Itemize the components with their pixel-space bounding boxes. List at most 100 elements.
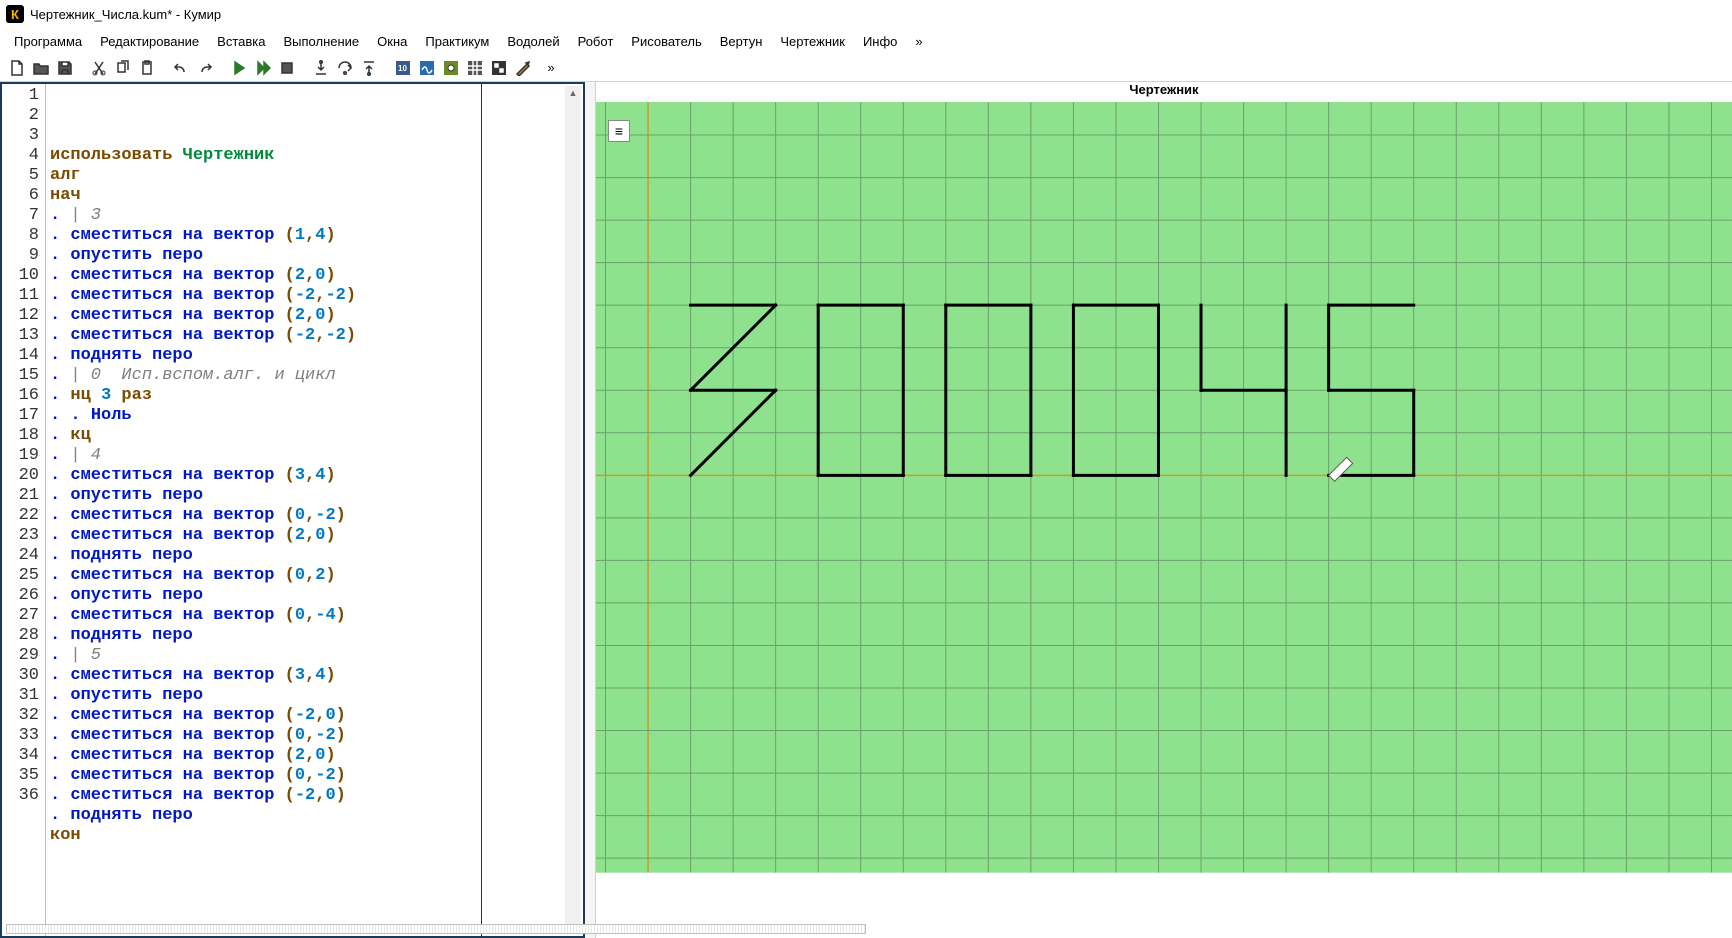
line-number: 7 xyxy=(2,206,39,226)
code-line[interactable]: . опустить перо xyxy=(50,586,579,606)
code-line[interactable]: . поднять перо xyxy=(50,346,579,366)
code-line[interactable]: алг xyxy=(50,166,579,186)
undo-button[interactable] xyxy=(170,57,192,79)
run-button[interactable] xyxy=(228,57,250,79)
code-line[interactable]: . сместиться на вектор (0,-2) xyxy=(50,506,579,526)
scroll-up-icon[interactable]: ▲ xyxy=(566,86,580,100)
code-line[interactable]: . сместиться на вектор (-2,-2) xyxy=(50,286,579,306)
actor-turtle-button[interactable] xyxy=(440,57,462,79)
line-number: 10 xyxy=(2,266,39,286)
drawing-canvas xyxy=(596,102,1732,873)
code-line[interactable]: . сместиться на вектор (0,2) xyxy=(50,566,579,586)
code-line[interactable]: нач xyxy=(50,186,579,206)
run-icon xyxy=(231,60,247,76)
stop-button[interactable] xyxy=(276,57,298,79)
code-line[interactable]: кон xyxy=(50,826,579,846)
menu-2[interactable]: Вставка xyxy=(209,31,273,52)
code-line[interactable]: . сместиться на вектор (2,0) xyxy=(50,306,579,326)
code-line[interactable]: . опустить перо xyxy=(50,246,579,266)
run-continue-button[interactable] xyxy=(252,57,274,79)
menu-3[interactable]: Выполнение xyxy=(275,31,367,52)
code-line[interactable]: . сместиться на вектор (0,-2) xyxy=(50,726,579,746)
code-line[interactable]: . . Ноль xyxy=(50,406,579,426)
code-line[interactable]: . опустить перо xyxy=(50,486,579,506)
canvas-area[interactable]: ≡ xyxy=(596,102,1732,938)
redo-button[interactable] xyxy=(194,57,216,79)
canvas-menu-button[interactable]: ≡ xyxy=(608,120,630,142)
step-over-icon xyxy=(337,60,353,76)
line-number: 25 xyxy=(2,566,39,586)
step-into-icon xyxy=(313,60,329,76)
menu-5[interactable]: Практикум xyxy=(417,31,497,52)
code-line[interactable]: . | 0 Исп.вспом.алг. и цикл xyxy=(50,366,579,386)
actor-grid-button[interactable] xyxy=(464,57,486,79)
save-file-button[interactable] xyxy=(54,57,76,79)
code-line[interactable]: . | 3 xyxy=(50,206,579,226)
app-icon: К xyxy=(6,5,24,23)
code-line[interactable]: . сместиться на вектор (-2,0) xyxy=(50,786,579,806)
menu-9[interactable]: Вертун xyxy=(712,31,771,52)
code-line[interactable]: . сместиться на вектор (3,4) xyxy=(50,666,579,686)
code-line[interactable]: . сместиться на вектор (2,0) xyxy=(50,526,579,546)
code-line[interactable]: . поднять перо xyxy=(50,626,579,646)
code-line[interactable]: . сместиться на вектор (0,-4) xyxy=(50,606,579,626)
code-line[interactable]: . сместиться на вектор (1,4) xyxy=(50,226,579,246)
menu-10[interactable]: Чертежник xyxy=(772,31,853,52)
code-line[interactable]: . кц xyxy=(50,426,579,446)
code-line[interactable]: . поднять перо xyxy=(50,806,579,826)
line-number: 27 xyxy=(2,606,39,626)
grid-10-button[interactable]: 10 xyxy=(392,57,414,79)
actor-game-button[interactable] xyxy=(488,57,510,79)
window-title: Чертежник_Числа.kum* - Кумир xyxy=(30,7,221,22)
code-line[interactable]: . | 5 xyxy=(50,646,579,666)
code-line[interactable]: . сместиться на вектор (2,0) xyxy=(50,266,579,286)
line-number: 20 xyxy=(2,466,39,486)
line-number: 22 xyxy=(2,506,39,526)
code-line[interactable]: . опустить перо xyxy=(50,686,579,706)
step-into-button[interactable] xyxy=(310,57,332,79)
copy-button[interactable] xyxy=(112,57,134,79)
code-line[interactable]: . сместиться на вектор (2,0) xyxy=(50,746,579,766)
toolbar-overflow[interactable]: » xyxy=(540,57,562,79)
paste-button[interactable] xyxy=(136,57,158,79)
cut-button[interactable] xyxy=(88,57,110,79)
pane-splitter[interactable] xyxy=(585,82,595,938)
line-number: 11 xyxy=(2,286,39,306)
menu-4[interactable]: Окна xyxy=(369,31,415,52)
menu-0[interactable]: Программа xyxy=(6,31,90,52)
actor-wave-icon xyxy=(419,60,435,76)
copy-icon xyxy=(115,60,131,76)
new-file-button[interactable] xyxy=(6,57,28,79)
editor-scrollbar[interactable]: ▲ ▼ xyxy=(565,86,581,934)
line-number: 29 xyxy=(2,646,39,666)
undo-icon xyxy=(173,60,189,76)
save-file-icon xyxy=(57,60,73,76)
actor-paint-button[interactable] xyxy=(512,57,534,79)
code-line[interactable]: . сместиться на вектор (-2,0) xyxy=(50,706,579,726)
code-line[interactable]: . | 4 xyxy=(50,446,579,466)
code-line[interactable]: . нц 3 раз xyxy=(50,386,579,406)
open-file-button[interactable] xyxy=(30,57,52,79)
grid-10-icon: 10 xyxy=(395,60,411,76)
line-number: 3 xyxy=(2,126,39,146)
new-file-icon xyxy=(9,60,25,76)
code-line[interactable]: . сместиться на вектор (3,4) xyxy=(50,466,579,486)
line-number: 4 xyxy=(2,146,39,166)
step-over-button[interactable] xyxy=(334,57,356,79)
menu-6[interactable]: Водолей xyxy=(499,31,567,52)
line-number: 28 xyxy=(2,626,39,646)
code-line[interactable]: . поднять перо xyxy=(50,546,579,566)
code-line[interactable]: использовать Чертежник xyxy=(50,146,579,166)
code-area[interactable]: использовать Чертежникалгнач. | 3. смест… xyxy=(46,84,583,936)
menu-12[interactable]: » xyxy=(907,31,930,52)
line-number: 16 xyxy=(2,386,39,406)
menu-7[interactable]: Робот xyxy=(570,31,622,52)
menu-1[interactable]: Редактирование xyxy=(92,31,207,52)
code-line[interactable]: . сместиться на вектор (-2,-2) xyxy=(50,326,579,346)
menu-11[interactable]: Инфо xyxy=(855,31,905,52)
code-line[interactable]: . сместиться на вектор (0,-2) xyxy=(50,766,579,786)
step-out-button[interactable] xyxy=(358,57,380,79)
menu-8[interactable]: Рисователь xyxy=(623,31,709,52)
actor-wave-button[interactable] xyxy=(416,57,438,79)
step-out-icon xyxy=(361,60,377,76)
